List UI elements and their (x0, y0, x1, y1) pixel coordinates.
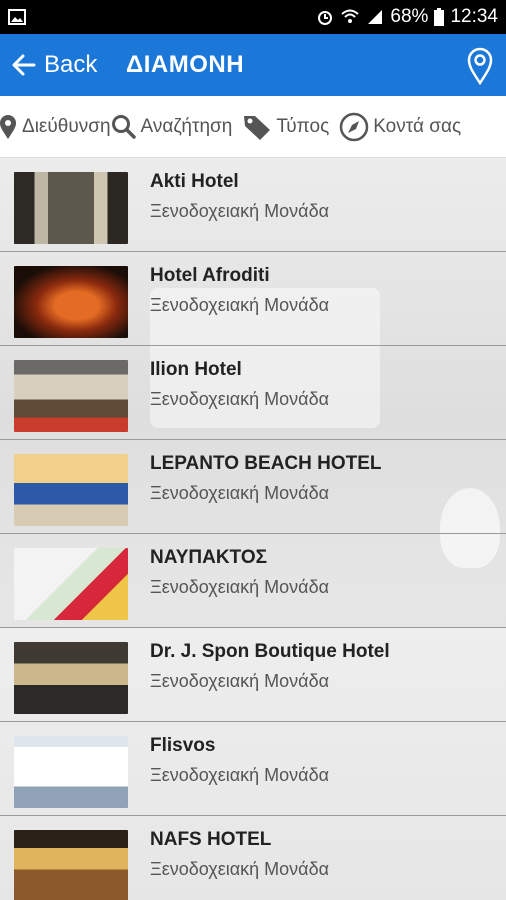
map-pin-icon[interactable] (466, 47, 494, 85)
hotel-name: Hotel Afroditi (150, 265, 270, 286)
list-item[interactable]: Ilion Hotel Ξενοδοχειακή Μονάδα (0, 346, 506, 440)
hotel-name: Akti Hotel (150, 171, 239, 192)
hotel-name: Ilion Hotel (150, 359, 242, 380)
battery-icon (434, 8, 445, 26)
page-title: ΔΙΑΜΟΝΗ (126, 51, 245, 78)
hotel-type: Ξενοδοχειακή Μονάδα (150, 295, 330, 315)
hotel-name: LEPANTO BEACH HOTEL (150, 453, 382, 474)
back-label: Back (44, 51, 98, 78)
hotel-list[interactable]: Akti Hotel Ξενοδοχειακή Μονάδα Hotel Afr… (0, 158, 506, 900)
location-pin-icon (0, 115, 16, 139)
hotel-thumbnail (14, 172, 128, 244)
filter-search[interactable]: Αναζήτηση (111, 114, 233, 140)
filter-type-label: Τύπος (276, 116, 330, 137)
list-item[interactable]: Akti Hotel Ξενοδοχειακή Μονάδα (0, 158, 506, 252)
hotel-name: ΝΑΥΠΑΚΤΟΣ (150, 547, 267, 568)
alarm-icon (318, 11, 333, 25)
list-item[interactable]: LEPANTO BEACH HOTEL Ξενοδοχειακή Μονάδα (0, 440, 506, 534)
wifi-icon (341, 9, 360, 23)
hotel-thumbnail (14, 736, 128, 808)
filter-bar: Διεύθυνση Αναζήτηση Τύπος Κοντά σας (0, 96, 506, 158)
hotel-type: Ξενοδοχειακή Μονάδα (150, 389, 330, 409)
hotel-type: Ξενοδοχειακή Μονάδα (150, 765, 330, 785)
list-item[interactable]: Hotel Afroditi Ξενοδοχειακή Μονάδα (0, 252, 506, 346)
search-icon (111, 115, 136, 139)
status-bar: 68% 12:34 (0, 0, 506, 34)
list-item[interactable]: ΝΑΥΠΑΚΤΟΣ Ξενοδοχειακή Μονάδα (0, 534, 506, 628)
hotel-thumbnail (14, 548, 128, 620)
filter-nearby[interactable]: Κοντά σας (339, 112, 461, 142)
image-icon (8, 9, 26, 25)
hotel-name: Flisvos (150, 735, 216, 756)
hotel-thumbnail (14, 642, 128, 714)
filter-address-label: Διεύθυνση (22, 116, 111, 137)
hotel-type: Ξενοδοχειακή Μονάδα (150, 483, 330, 503)
hotel-type: Ξενοδοχειακή Μονάδα (150, 577, 330, 597)
hotel-thumbnail (14, 266, 128, 338)
back-button[interactable]: Back (10, 34, 97, 96)
filter-search-label: Αναζήτηση (140, 116, 233, 137)
hotel-thumbnail (14, 360, 128, 432)
clock: 12:34 (450, 6, 498, 27)
hotel-thumbnail (14, 830, 128, 900)
list-item[interactable]: Dr. J. Spon Boutique Hotel Ξενοδοχειακή … (0, 628, 506, 722)
app-bar: Back ΔΙΑΜΟΝΗ (0, 34, 506, 96)
filter-nearby-label: Κοντά σας (373, 116, 462, 137)
hotel-name: NAFS HOTEL (150, 829, 272, 850)
list-item[interactable]: NAFS HOTEL Ξενοδοχειακή Μονάδα (0, 816, 506, 900)
tag-icon (244, 116, 271, 140)
filter-type[interactable]: Τύπος (242, 113, 329, 141)
hotel-type: Ξενοδοχειακή Μονάδα (150, 201, 330, 221)
hotel-type: Ξενοδοχειακή Μονάδα (150, 859, 330, 879)
list-item[interactable]: Flisvos Ξενοδοχειακή Μονάδα (0, 722, 506, 816)
filter-address[interactable]: Διεύθυνση (0, 114, 111, 140)
battery-percentage: 68% (390, 6, 429, 27)
hotel-type: Ξενοδοχειακή Μονάδα (150, 671, 330, 691)
signal-icon (368, 10, 383, 24)
arrow-left-icon (12, 54, 36, 76)
hotel-thumbnail (14, 454, 128, 526)
hotel-name: Dr. J. Spon Boutique Hotel (150, 641, 390, 662)
compass-icon (339, 112, 369, 142)
